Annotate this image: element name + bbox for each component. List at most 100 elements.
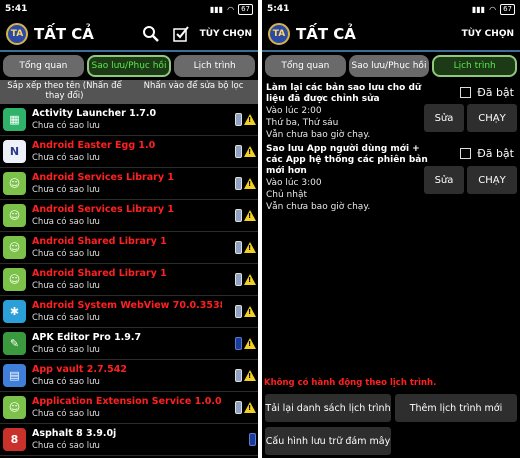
options-menu[interactable]: TÙY CHỌN — [200, 29, 252, 39]
enabled-toggle[interactable]: Đã bật — [460, 86, 514, 99]
status-bar: 5:41 ▮▮▮ ◠ 67 — [0, 0, 258, 18]
schedule-title[interactable]: Làm lại các bản sao lưu cho dữ liệu đã đ… — [266, 83, 434, 105]
wifi-icon: ◠ — [227, 4, 235, 14]
app-icon: ☺ — [3, 172, 26, 195]
app-list-item[interactable]: ✱ Android System WebView 70.0.3538.80 Chưa… — [0, 296, 258, 328]
enabled-label: Đã bật — [477, 147, 514, 160]
phone-icon — [235, 401, 242, 414]
app-list-item[interactable]: ▦ Activity Launcher 1.7.0 Chưa có sao lưu! — [0, 104, 258, 136]
search-icon[interactable] — [136, 25, 166, 43]
tab-schedule[interactable]: Lịch trình — [174, 55, 256, 77]
tab-backup-restore[interactable]: Sao lưu/Phục hồi — [86, 55, 172, 77]
schedule-item: Sao lưu App người dùng mới + các App hệ … — [262, 143, 520, 213]
phone-icon — [235, 273, 242, 286]
backup-status: Chưa có sao lưu — [32, 249, 100, 259]
app-icon: ☺ — [3, 396, 26, 419]
phone-icon — [235, 305, 242, 318]
signal-icon: ▮▮▮ — [209, 4, 224, 14]
tab-overview[interactable]: Tổng quan — [265, 55, 346, 77]
edit-button[interactable]: Sửa — [424, 104, 464, 132]
app-name: Asphalt 8 3.9.0j — [32, 428, 117, 439]
app-name: App vault 2.7.542 — [32, 364, 127, 375]
battery-icon: 67 — [238, 3, 253, 15]
cloud-config-button[interactable]: Cấu hình lưu trữ đám mây — [265, 427, 391, 455]
filter-button[interactable]: Nhấn vào để sửa bộ lọc — [129, 80, 258, 104]
phone-icon — [235, 113, 242, 126]
app-list-item[interactable]: ☺ Android Services Library 1 Chưa có sao l… — [0, 168, 258, 200]
warning-icon: ! — [244, 146, 256, 157]
app-list-item[interactable]: N Android Easter Egg 1.0 Chưa có sao lưu! — [0, 136, 258, 168]
tab-schedule[interactable]: Lịch trình — [432, 55, 518, 77]
app-name: Android Easter Egg 1.0 — [32, 140, 156, 151]
app-name: Activity Launcher 1.7.0 — [32, 108, 157, 119]
schedule-title[interactable]: Sao lưu App người dùng mới + các App hệ … — [266, 144, 434, 177]
signal-icon: ▮▮▮ — [471, 4, 486, 14]
warning-icon: ! — [244, 370, 256, 381]
enabled-toggle[interactable]: Đã bật — [460, 147, 514, 160]
enabled-checkbox[interactable] — [460, 87, 472, 98]
app-list-item[interactable]: ☺ Application Extension Service 1.0.081 Ch… — [0, 392, 258, 424]
phone-icon — [235, 369, 242, 382]
app-name: Android System WebView 70.0.3538.80 — [32, 300, 222, 311]
app-icon: ✎ — [3, 332, 26, 355]
edit-button[interactable]: Sửa — [424, 166, 464, 194]
app-icon: ☺ — [3, 204, 26, 227]
battery-icon: 67 — [500, 3, 515, 15]
app-name: Android Services Library 1 — [32, 204, 174, 215]
options-menu[interactable]: TÙY CHỌN — [462, 29, 514, 39]
schedule-status: Vẫn chưa bao giờ chạy. — [266, 202, 371, 212]
warning-icon: ! — [244, 338, 256, 349]
app-logo: TA — [268, 23, 290, 45]
app-list-item[interactable]: ☺ Android Services Library 1 Chưa có sao l… — [0, 200, 258, 232]
tab-overview[interactable]: Tổng quan — [3, 55, 84, 77]
backup-status: Chưa có sao lưu — [32, 281, 100, 291]
app-name: Application Extension Service 1.0.081 — [32, 396, 222, 407]
app-icon: N — [3, 140, 26, 163]
app-list-item[interactable]: ▤ App vault 2.7.542 Chưa có sao lưu! — [0, 360, 258, 392]
left-screen: 5:41 ▮▮▮ ◠ 67 TA TẤT CẢ TÙY CHỌN Tổng qu… — [0, 0, 258, 458]
warning-icon: ! — [244, 306, 256, 317]
sort-button[interactable]: Sắp xếp theo tên (Nhấn để thay đổi) — [0, 80, 129, 104]
warning-icon: ! — [244, 210, 256, 221]
backup-status: Chưa có sao lưu — [32, 313, 100, 323]
app-name: APK Editor Pro 1.9.7 — [32, 332, 142, 343]
status-time: 5:41 — [5, 4, 28, 14]
app-icon: ▤ — [3, 364, 26, 387]
add-schedule-button[interactable]: Thêm lịch trình mới — [395, 394, 517, 422]
enabled-checkbox[interactable] — [460, 148, 472, 159]
status-time: 5:41 — [267, 4, 290, 14]
phone-icon — [235, 241, 242, 254]
backup-status: Chưa có sao lưu — [32, 185, 100, 195]
backup-status: Chưa có sao lưu — [32, 377, 100, 387]
reload-schedules-button[interactable]: Tải lại danh sách lịch trình — [265, 394, 391, 422]
backup-status: Chưa có sao lưu — [32, 217, 100, 227]
sd-card-icon — [249, 433, 256, 446]
app-name: Android Shared Library 1 — [32, 268, 167, 279]
app-list-item[interactable]: 8 Asphalt 8 3.9.0j Chưa có sao lưu — [0, 424, 258, 456]
sd-card-icon — [235, 337, 242, 350]
run-button[interactable]: CHẠY — [467, 104, 517, 132]
enabled-label: Đã bật — [477, 86, 514, 99]
no-action-message: Không có hành động theo lịch trình. — [264, 378, 437, 388]
status-bar: 5:41 ▮▮▮ ◠ 67 — [262, 0, 520, 18]
app-icon: ☺ — [3, 236, 26, 259]
batch-select-icon[interactable] — [166, 25, 196, 43]
app-icon: ▦ — [3, 108, 26, 131]
tab-bar: Tổng quan Sao lưu/Phục hồi Lịch trình — [0, 52, 258, 80]
run-button[interactable]: CHẠY — [467, 166, 517, 194]
app-list-item[interactable]: ☺ Android Shared Library 1 Chưa có sao lưu… — [0, 264, 258, 296]
app-icon: ✱ — [3, 300, 26, 323]
app-title: TẤT CẢ — [34, 25, 94, 43]
app-list-item[interactable]: ☺ Android Shared Library 1 Chưa có sao lưu… — [0, 232, 258, 264]
backup-status: Chưa có sao lưu — [32, 441, 100, 451]
tab-backup-restore[interactable]: Sao lưu/Phục hồi — [348, 55, 430, 77]
backup-status: Chưa có sao lưu — [32, 121, 100, 131]
warning-icon: ! — [244, 242, 256, 253]
app-list-item[interactable]: ✎ APK Editor Pro 1.9.7 Chưa có sao lưu! — [0, 328, 258, 360]
app-name: Android Shared Library 1 — [32, 236, 167, 247]
app-bar: TA TẤT CẢ TÙY CHỌN — [0, 18, 258, 52]
wifi-icon: ◠ — [489, 4, 497, 14]
app-name: Android Services Library 1 — [32, 172, 174, 183]
warning-icon: ! — [244, 114, 256, 125]
phone-icon — [235, 145, 242, 158]
